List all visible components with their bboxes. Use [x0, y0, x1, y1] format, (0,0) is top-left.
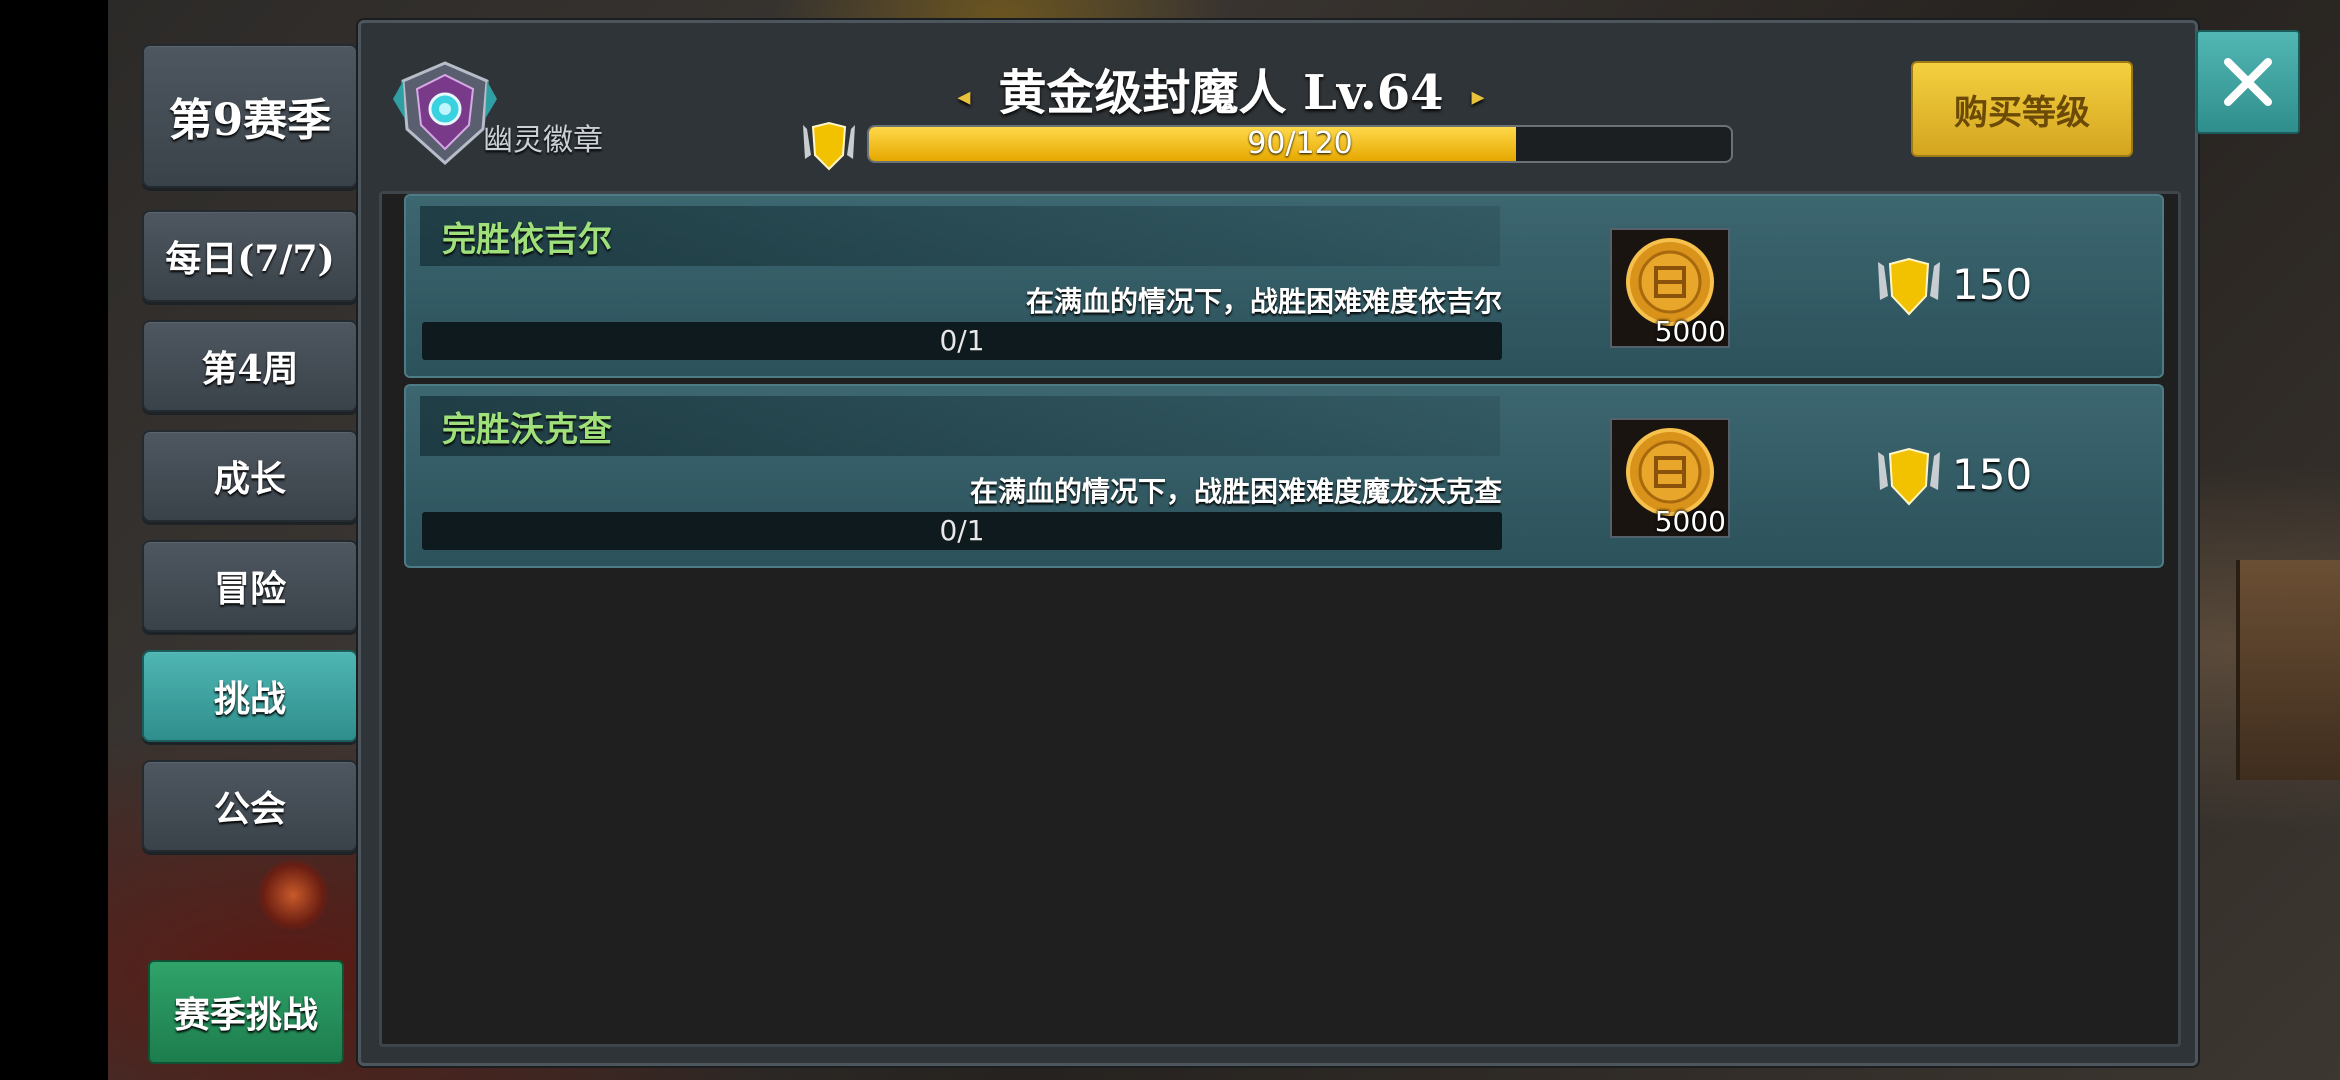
reward-item[interactable]: 5000	[1610, 228, 1730, 348]
task-description: 在满血的情况下，战胜困难难度魔龙沃克查	[969, 475, 1502, 508]
task-progress-text: 0/1	[939, 514, 985, 547]
buy-level-button[interactable]: 购买等级	[1911, 61, 2133, 157]
rank-title-text: 黄金级封魔人 Lv.64	[998, 65, 1444, 121]
xp-progress-text: 90/120	[1247, 126, 1353, 161]
reward-amount: 5000	[1654, 315, 1726, 348]
xp-reward-value: 150	[1952, 260, 2033, 309]
task-description: 在满血的情况下，战胜困难难度依吉尔	[1025, 285, 1502, 318]
season-challenge-button[interactable]: 赛季挑战	[148, 960, 344, 1064]
task-title: 完胜依吉尔	[442, 220, 612, 260]
right-arrow-icon: ▸	[1471, 81, 1485, 112]
sidebar-item-adventure[interactable]: 冒险	[142, 540, 358, 632]
sidebar-item-week[interactable]: 第4周	[142, 320, 358, 412]
close-button[interactable]	[2196, 30, 2300, 134]
xp-shield-icon	[803, 121, 855, 171]
sidebar-item-challenge[interactable]: 挑战	[142, 650, 358, 742]
battle-pass-panel: 幽灵徽章 ◂ 黄金级封魔人 Lv.64 ▸ 90/120 购买等级 完胜依吉尔 在满…	[358, 20, 2198, 1066]
task-progress-bar: 0/1	[422, 512, 1502, 550]
sidebar-season[interactable]: 第9赛季	[142, 44, 358, 188]
task-title: 完胜沃克查	[442, 410, 612, 450]
task-row: 完胜依吉尔 在满血的情况下，战胜困难难度依吉尔 0/1 5000 150	[404, 194, 2164, 378]
task-list: 完胜依吉尔 在满血的情况下，战胜困难难度依吉尔 0/1 5000 150 完胜沃…	[379, 191, 2181, 1047]
reward-item[interactable]: 5000	[1610, 418, 1730, 538]
background-lamp	[258, 860, 328, 930]
xp-progress-bar: 90/120	[867, 125, 1733, 163]
task-row: 完胜沃克查 在满血的情况下，战胜困难难度魔龙沃克查 0/1 5000 150	[404, 384, 2164, 568]
xp-reward-value: 150	[1952, 450, 2033, 499]
task-progress-bar: 0/1	[422, 322, 1502, 360]
reward-amount: 5000	[1654, 505, 1726, 538]
left-arrow-icon: ◂	[957, 81, 971, 112]
background-crate	[2236, 560, 2340, 780]
xp-shield-icon	[1878, 257, 1940, 316]
sidebar-item-daily[interactable]: 每日(7/7)	[142, 210, 358, 302]
badge-name: 幽灵徽章	[483, 123, 603, 158]
sidebar-item-growth[interactable]: 成长	[142, 430, 358, 522]
sidebar-item-guild[interactable]: 公会	[142, 760, 358, 852]
xp-shield-icon	[1878, 447, 1940, 506]
close-icon	[2224, 58, 2272, 106]
task-progress-text: 0/1	[939, 324, 985, 357]
rank-title: ◂ 黄金级封魔人 Lv.64 ▸	[901, 53, 1541, 123]
